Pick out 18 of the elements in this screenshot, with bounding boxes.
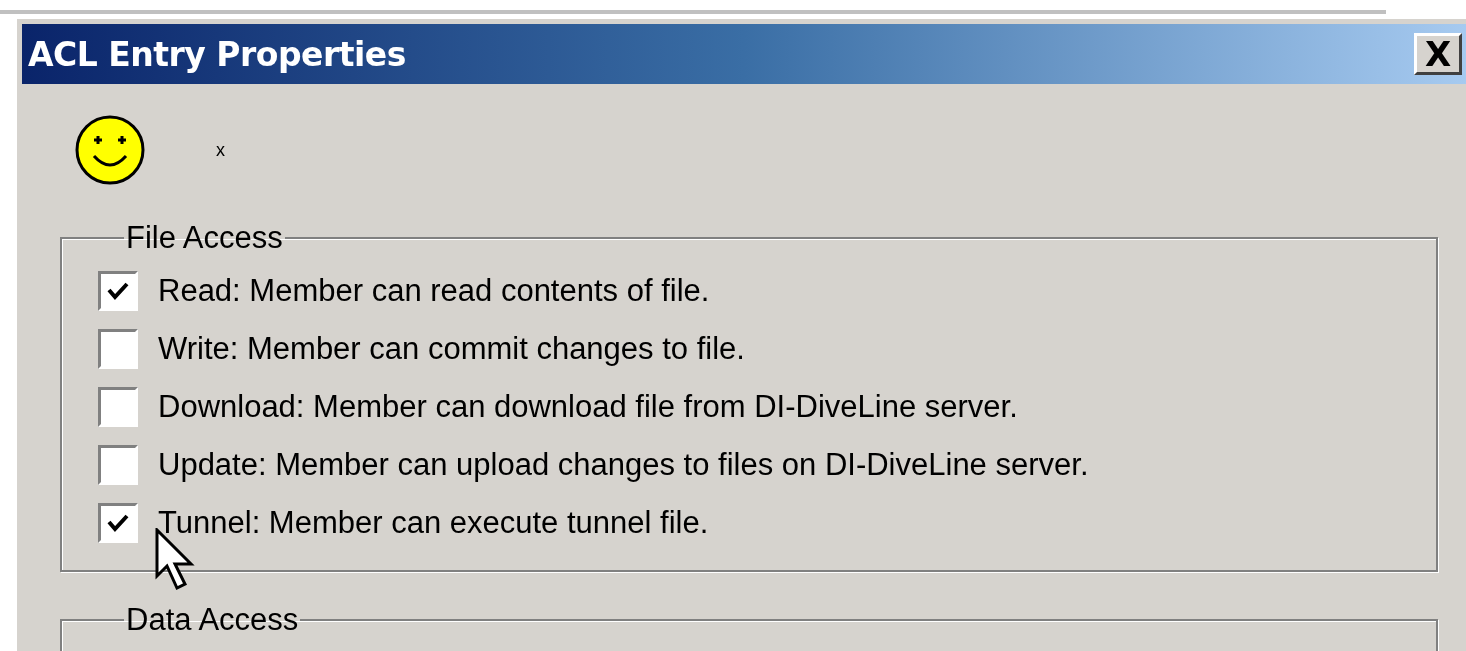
checkbox[interactable] bbox=[98, 329, 138, 369]
checkbox-label: Tunnel: Member can execute tunnel file. bbox=[158, 505, 709, 541]
smiley-icon bbox=[74, 114, 146, 186]
member-name: x bbox=[216, 139, 225, 161]
checkbox-label: Update: Member can upload changes to files on DI-DiveLine server. bbox=[158, 447, 1089, 483]
checkbox[interactable] bbox=[98, 503, 138, 543]
checkbox-label: Read: Member can read contents of file. bbox=[158, 273, 710, 309]
checkbox[interactable] bbox=[98, 445, 138, 485]
checkbox[interactable] bbox=[98, 387, 138, 427]
group-title: File Access bbox=[125, 220, 284, 256]
window-title: ACL Entry Properties bbox=[28, 34, 406, 74]
group-title: Data Access bbox=[125, 602, 300, 638]
check-icon bbox=[107, 281, 129, 301]
check-icon bbox=[107, 513, 129, 533]
checkbox-label: Write: Member can commit changes to file. bbox=[158, 331, 745, 367]
checkbox[interactable] bbox=[98, 271, 138, 311]
checkbox-label: Download: Member can download file from DI-DiveLine server. bbox=[158, 389, 1018, 425]
close-button[interactable]: X bbox=[1414, 33, 1462, 75]
